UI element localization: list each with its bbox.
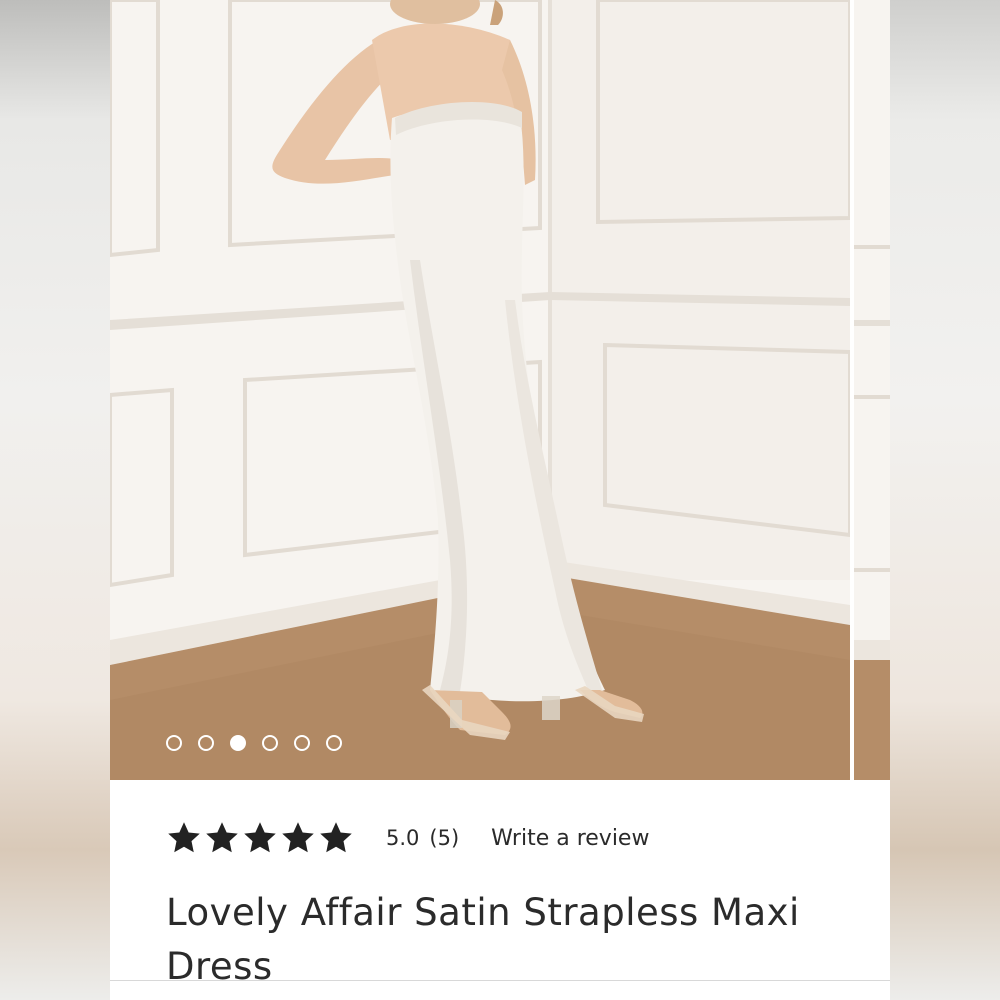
carousel-dot-6[interactable] [326, 735, 342, 751]
carousel-dot-1[interactable] [166, 735, 182, 751]
product-image-carousel[interactable] [110, 0, 850, 780]
carousel-pagination [166, 735, 342, 751]
star-rating[interactable] [166, 820, 354, 856]
rating-row: 5.0 (5) Write a review [166, 818, 649, 858]
product-photo [110, 0, 850, 780]
star-filled-icon [168, 822, 200, 853]
rating-value: 5.0 [386, 826, 420, 850]
carousel-dot-3-active[interactable] [230, 735, 246, 751]
write-review-link[interactable]: Write a review [491, 826, 649, 851]
star-filled-icon [244, 822, 276, 853]
carousel-dot-4[interactable] [262, 735, 278, 751]
star-filled-icon [282, 822, 314, 853]
review-count[interactable]: (5) [429, 826, 459, 850]
carousel-dot-2[interactable] [198, 735, 214, 751]
star-filled-icon [320, 822, 352, 853]
product-title: Lovely Affair Satin Strapless Maxi Dress [166, 891, 800, 988]
carousel-dot-5[interactable] [294, 735, 310, 751]
star-filled-icon [206, 822, 238, 853]
blurred-backdrop-left [0, 0, 110, 1000]
blurred-backdrop-right [890, 0, 1000, 1000]
next-product-image-peek[interactable] [854, 0, 890, 780]
product-page: 5.0 (5) Write a review Lovely Affair Sat… [110, 0, 890, 1000]
next-photo [854, 0, 890, 780]
divider [110, 980, 890, 981]
